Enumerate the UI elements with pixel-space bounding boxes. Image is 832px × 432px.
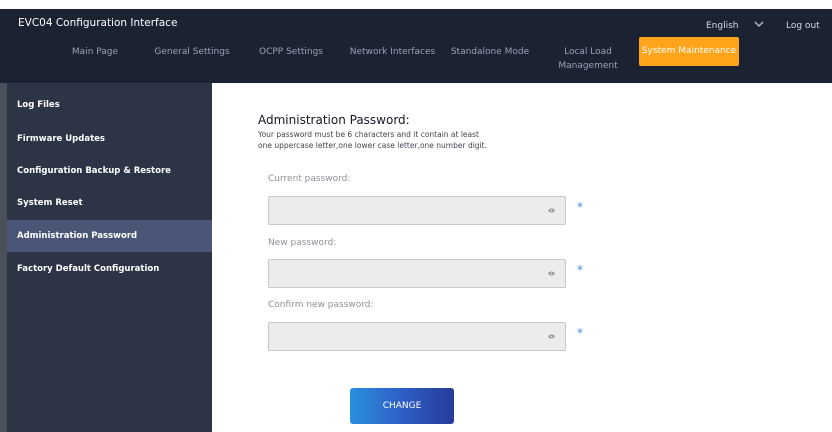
- new-password-input[interactable]: [269, 260, 529, 287]
- password-requirements-line1: Your password must be 6 characters and i…: [258, 130, 479, 139]
- password-requirements-line2: one uppercase letter,one lower case lett…: [258, 141, 487, 150]
- confirm-password-label: Confirm new password:: [268, 300, 374, 310]
- change-password-button[interactable]: CHANGE: [350, 388, 454, 424]
- window-edge: [0, 83, 7, 432]
- nav-general-settings[interactable]: General Settings: [152, 45, 232, 59]
- sidebar: Log Files Firmware Updates Configuration…: [7, 83, 212, 432]
- language-selector[interactable]: English: [706, 21, 739, 31]
- nav-network-interfaces[interactable]: Network Interfaces: [345, 45, 440, 59]
- nav-local-load-management[interactable]: Local Load Management: [556, 45, 620, 75]
- current-password-input[interactable]: [269, 197, 529, 224]
- nav-main-page[interactable]: Main Page: [62, 45, 128, 59]
- required-mark: *: [577, 326, 583, 340]
- new-password-field[interactable]: [268, 259, 566, 288]
- page-title: Administration Password:: [258, 113, 410, 127]
- required-mark: *: [577, 263, 583, 277]
- sidebar-item-system-reset[interactable]: System Reset: [7, 187, 212, 219]
- eye-icon[interactable]: [548, 208, 555, 213]
- logout-link[interactable]: Log out: [786, 21, 820, 31]
- sidebar-item-administration-password[interactable]: Administration Password: [7, 220, 212, 252]
- current-password-field[interactable]: [268, 196, 566, 225]
- nav-system-maintenance[interactable]: System Maintenance: [639, 37, 739, 66]
- sidebar-item-firmware-updates[interactable]: Firmware Updates: [7, 123, 212, 155]
- new-password-label: New password:: [268, 238, 337, 248]
- nav-standalone-mode[interactable]: Standalone Mode: [449, 45, 531, 59]
- app-title: EVC04 Configuration Interface: [18, 17, 178, 29]
- eye-icon[interactable]: [548, 271, 555, 276]
- confirm-password-field[interactable]: [268, 322, 566, 351]
- chevron-down-icon[interactable]: [752, 17, 766, 31]
- nav-ocpp-settings[interactable]: OCPP Settings: [255, 45, 327, 59]
- password-requirements: Your password must be 6 characters and i…: [258, 129, 528, 151]
- header-bar: EVC04 Configuration Interface English Lo…: [0, 9, 832, 83]
- sidebar-item-factory-default-configuration[interactable]: Factory Default Configuration: [7, 253, 212, 285]
- required-mark: *: [577, 200, 583, 214]
- sidebar-item-log-files[interactable]: Log Files: [7, 89, 212, 121]
- eye-icon[interactable]: [548, 334, 555, 339]
- top-strip: [0, 0, 832, 9]
- current-password-label: Current password:: [268, 174, 351, 184]
- confirm-password-input[interactable]: [269, 323, 529, 350]
- sidebar-item-configuration-backup-restore[interactable]: Configuration Backup & Restore: [7, 155, 212, 187]
